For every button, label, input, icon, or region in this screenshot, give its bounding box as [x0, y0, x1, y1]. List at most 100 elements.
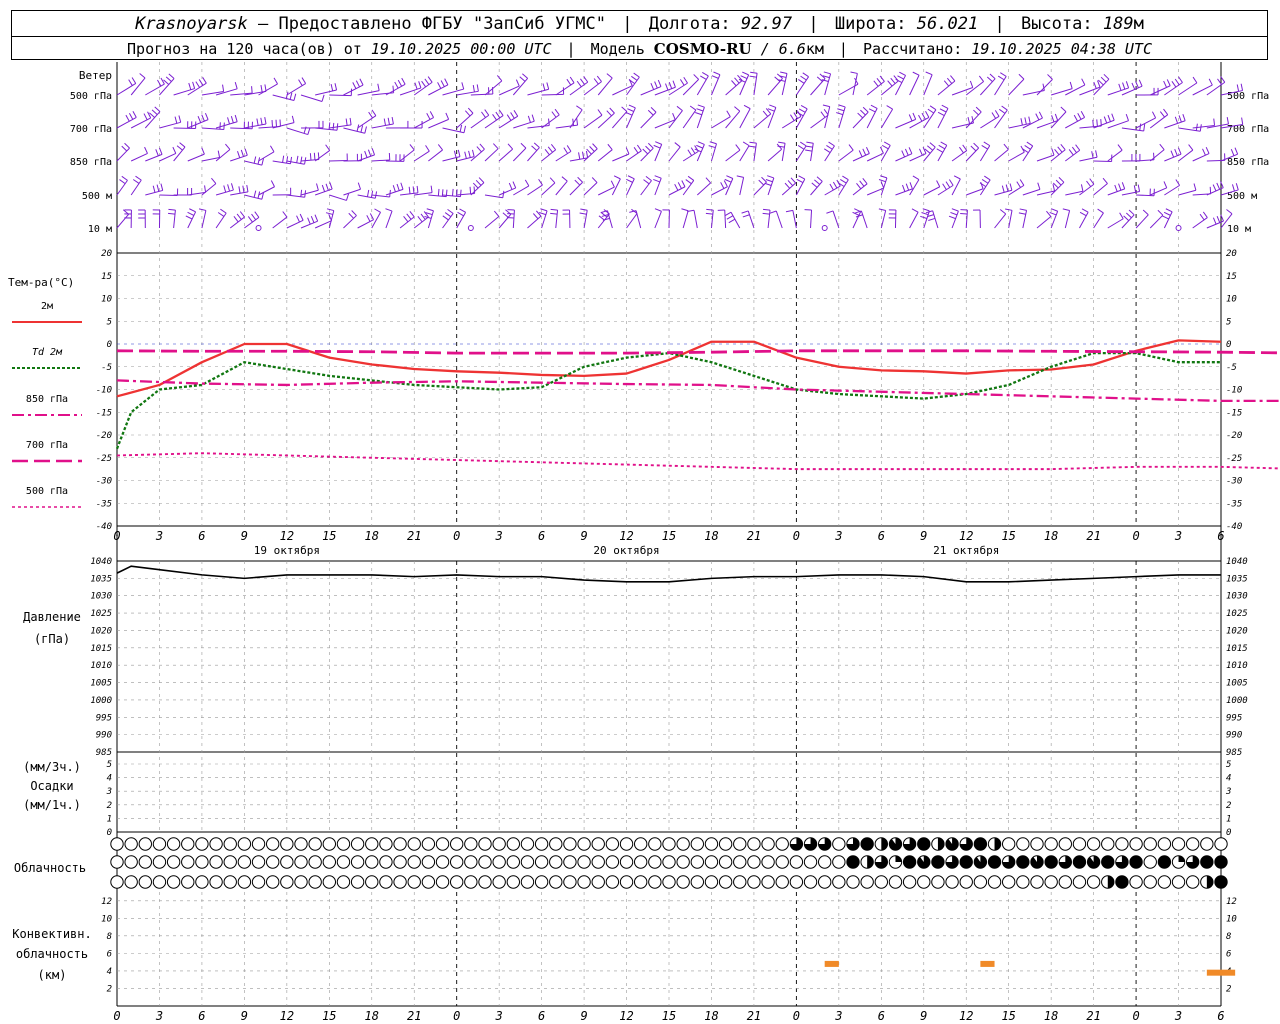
wind-barb-shaft — [173, 210, 176, 229]
wind-barb-feather — [700, 75, 707, 80]
wind-barb-feather — [726, 110, 731, 117]
press-ytick-label: 1035 — [90, 574, 112, 584]
cloud-circle — [195, 855, 209, 869]
wind-barb-shaft — [781, 182, 796, 196]
wind-barb-feather — [1208, 78, 1213, 86]
bottom-time-tick-label: 9 — [920, 1009, 927, 1023]
cloud-fill — [895, 855, 902, 862]
wind-barb-feather — [531, 145, 538, 151]
cloud-cover-symbol — [747, 855, 761, 869]
wind-barb-feather — [1235, 183, 1239, 191]
wind-barb-feather — [198, 79, 204, 86]
wind-barb-feather — [769, 104, 777, 108]
wind-barb — [215, 81, 238, 96]
wind-barb-feather — [780, 71, 788, 75]
cloud-circle — [789, 855, 804, 869]
wind-barb-feather — [352, 82, 357, 89]
wind-barb-shaft — [258, 151, 275, 162]
cloud-cover-symbol — [718, 875, 733, 889]
wind-barb-shaft — [541, 93, 564, 96]
cloud-fill — [1214, 875, 1228, 889]
wind-barb-feather — [1159, 143, 1165, 150]
cloud-circle — [888, 875, 903, 889]
wind-barb-feather — [546, 82, 550, 90]
wind-barb-shaft — [1022, 145, 1034, 162]
cloud-cover-symbol — [1016, 837, 1030, 851]
wind-barb-shaft — [1192, 153, 1210, 162]
cloud-cover-symbol — [605, 855, 620, 869]
cloud-circle — [110, 837, 124, 851]
cloud-fill — [1178, 855, 1185, 862]
wind-barb-feather — [156, 184, 160, 192]
cloud-cover-symbol — [181, 875, 195, 889]
precip-ytick-label: 1 — [107, 814, 112, 824]
cloud-circle — [549, 837, 563, 851]
wind-barb — [371, 85, 395, 96]
wind-barb-feather — [1117, 144, 1123, 151]
temp-series-t850 — [116, 379, 1280, 403]
wind-barb-feather — [1170, 150, 1175, 158]
cloud-circle — [421, 875, 436, 889]
wind-barb — [852, 106, 869, 129]
cloud-fill — [937, 837, 945, 851]
wind-barb-shaft — [824, 185, 841, 196]
wind-barb — [597, 107, 615, 129]
wind-barb — [769, 210, 783, 229]
wind-barb-feather — [189, 208, 196, 213]
wind-barb — [456, 208, 467, 229]
wind-barb-feather — [185, 215, 193, 220]
wind-barb-feather — [412, 186, 415, 194]
wind-barb — [555, 176, 568, 196]
wind-barb-feather — [950, 75, 956, 82]
wind-barb-feather — [1216, 182, 1221, 190]
wind-barb — [1107, 144, 1123, 162]
cloud-circle — [322, 855, 337, 869]
cloud-circle — [1044, 875, 1058, 889]
wind-barb-feather — [743, 104, 751, 110]
wind-barb-shaft — [498, 85, 520, 96]
wind-barb-feather — [908, 114, 913, 122]
wind-barb-shaft — [880, 210, 887, 229]
wind-barb — [725, 106, 741, 129]
wind-barb-feather — [979, 182, 987, 188]
cloud-circle — [365, 837, 379, 851]
cloud-cover-symbol — [478, 855, 492, 869]
wind-barb-feather — [689, 105, 697, 111]
wind-barb — [753, 176, 767, 196]
cloud-cover-symbol — [124, 855, 138, 869]
cloud-circle — [322, 837, 337, 851]
wind-barb-feather — [160, 77, 165, 85]
wind-barb-feather — [999, 209, 1007, 215]
wind-barb-shaft — [399, 216, 415, 229]
cloud-circle — [138, 855, 153, 869]
wind-barb-shaft — [1135, 214, 1149, 229]
wind-level-label: 500 м — [82, 191, 112, 202]
wind-barb-shaft — [583, 148, 598, 162]
wind-barb-feather — [254, 211, 260, 218]
wind-barb-feather — [230, 116, 234, 124]
wind-barb-feather — [784, 182, 791, 189]
cloud-circle — [350, 837, 365, 851]
wind-barb-feather — [345, 193, 350, 201]
wind-barb-feather — [217, 212, 225, 217]
wind-barb — [1135, 209, 1149, 229]
wind-barb-feather — [1175, 179, 1181, 186]
convective-bar — [824, 960, 839, 967]
press-ytick-label-right: 995 — [1226, 713, 1242, 723]
cloud-circle — [591, 875, 605, 889]
cloud-cover-symbol — [421, 875, 436, 889]
cloud-cover-symbol — [166, 837, 181, 851]
temp-ytick-label: -30 — [96, 477, 112, 487]
wind-barb-shaft — [1008, 151, 1025, 162]
wind-barb-feather — [392, 85, 395, 93]
cloud-circle — [492, 855, 506, 869]
wind-barb-feather — [1050, 208, 1058, 212]
wind-barb-feather — [741, 210, 749, 214]
wind-barb-feather — [736, 175, 744, 178]
cloud-cover-symbol — [733, 837, 747, 851]
wind-level-label-right: 500 м — [1227, 191, 1257, 202]
cloud-circle — [534, 875, 549, 889]
wind-barb-shaft — [1121, 214, 1135, 229]
wind-barb-shaft — [640, 180, 652, 196]
wind-barb-feather — [457, 211, 464, 217]
